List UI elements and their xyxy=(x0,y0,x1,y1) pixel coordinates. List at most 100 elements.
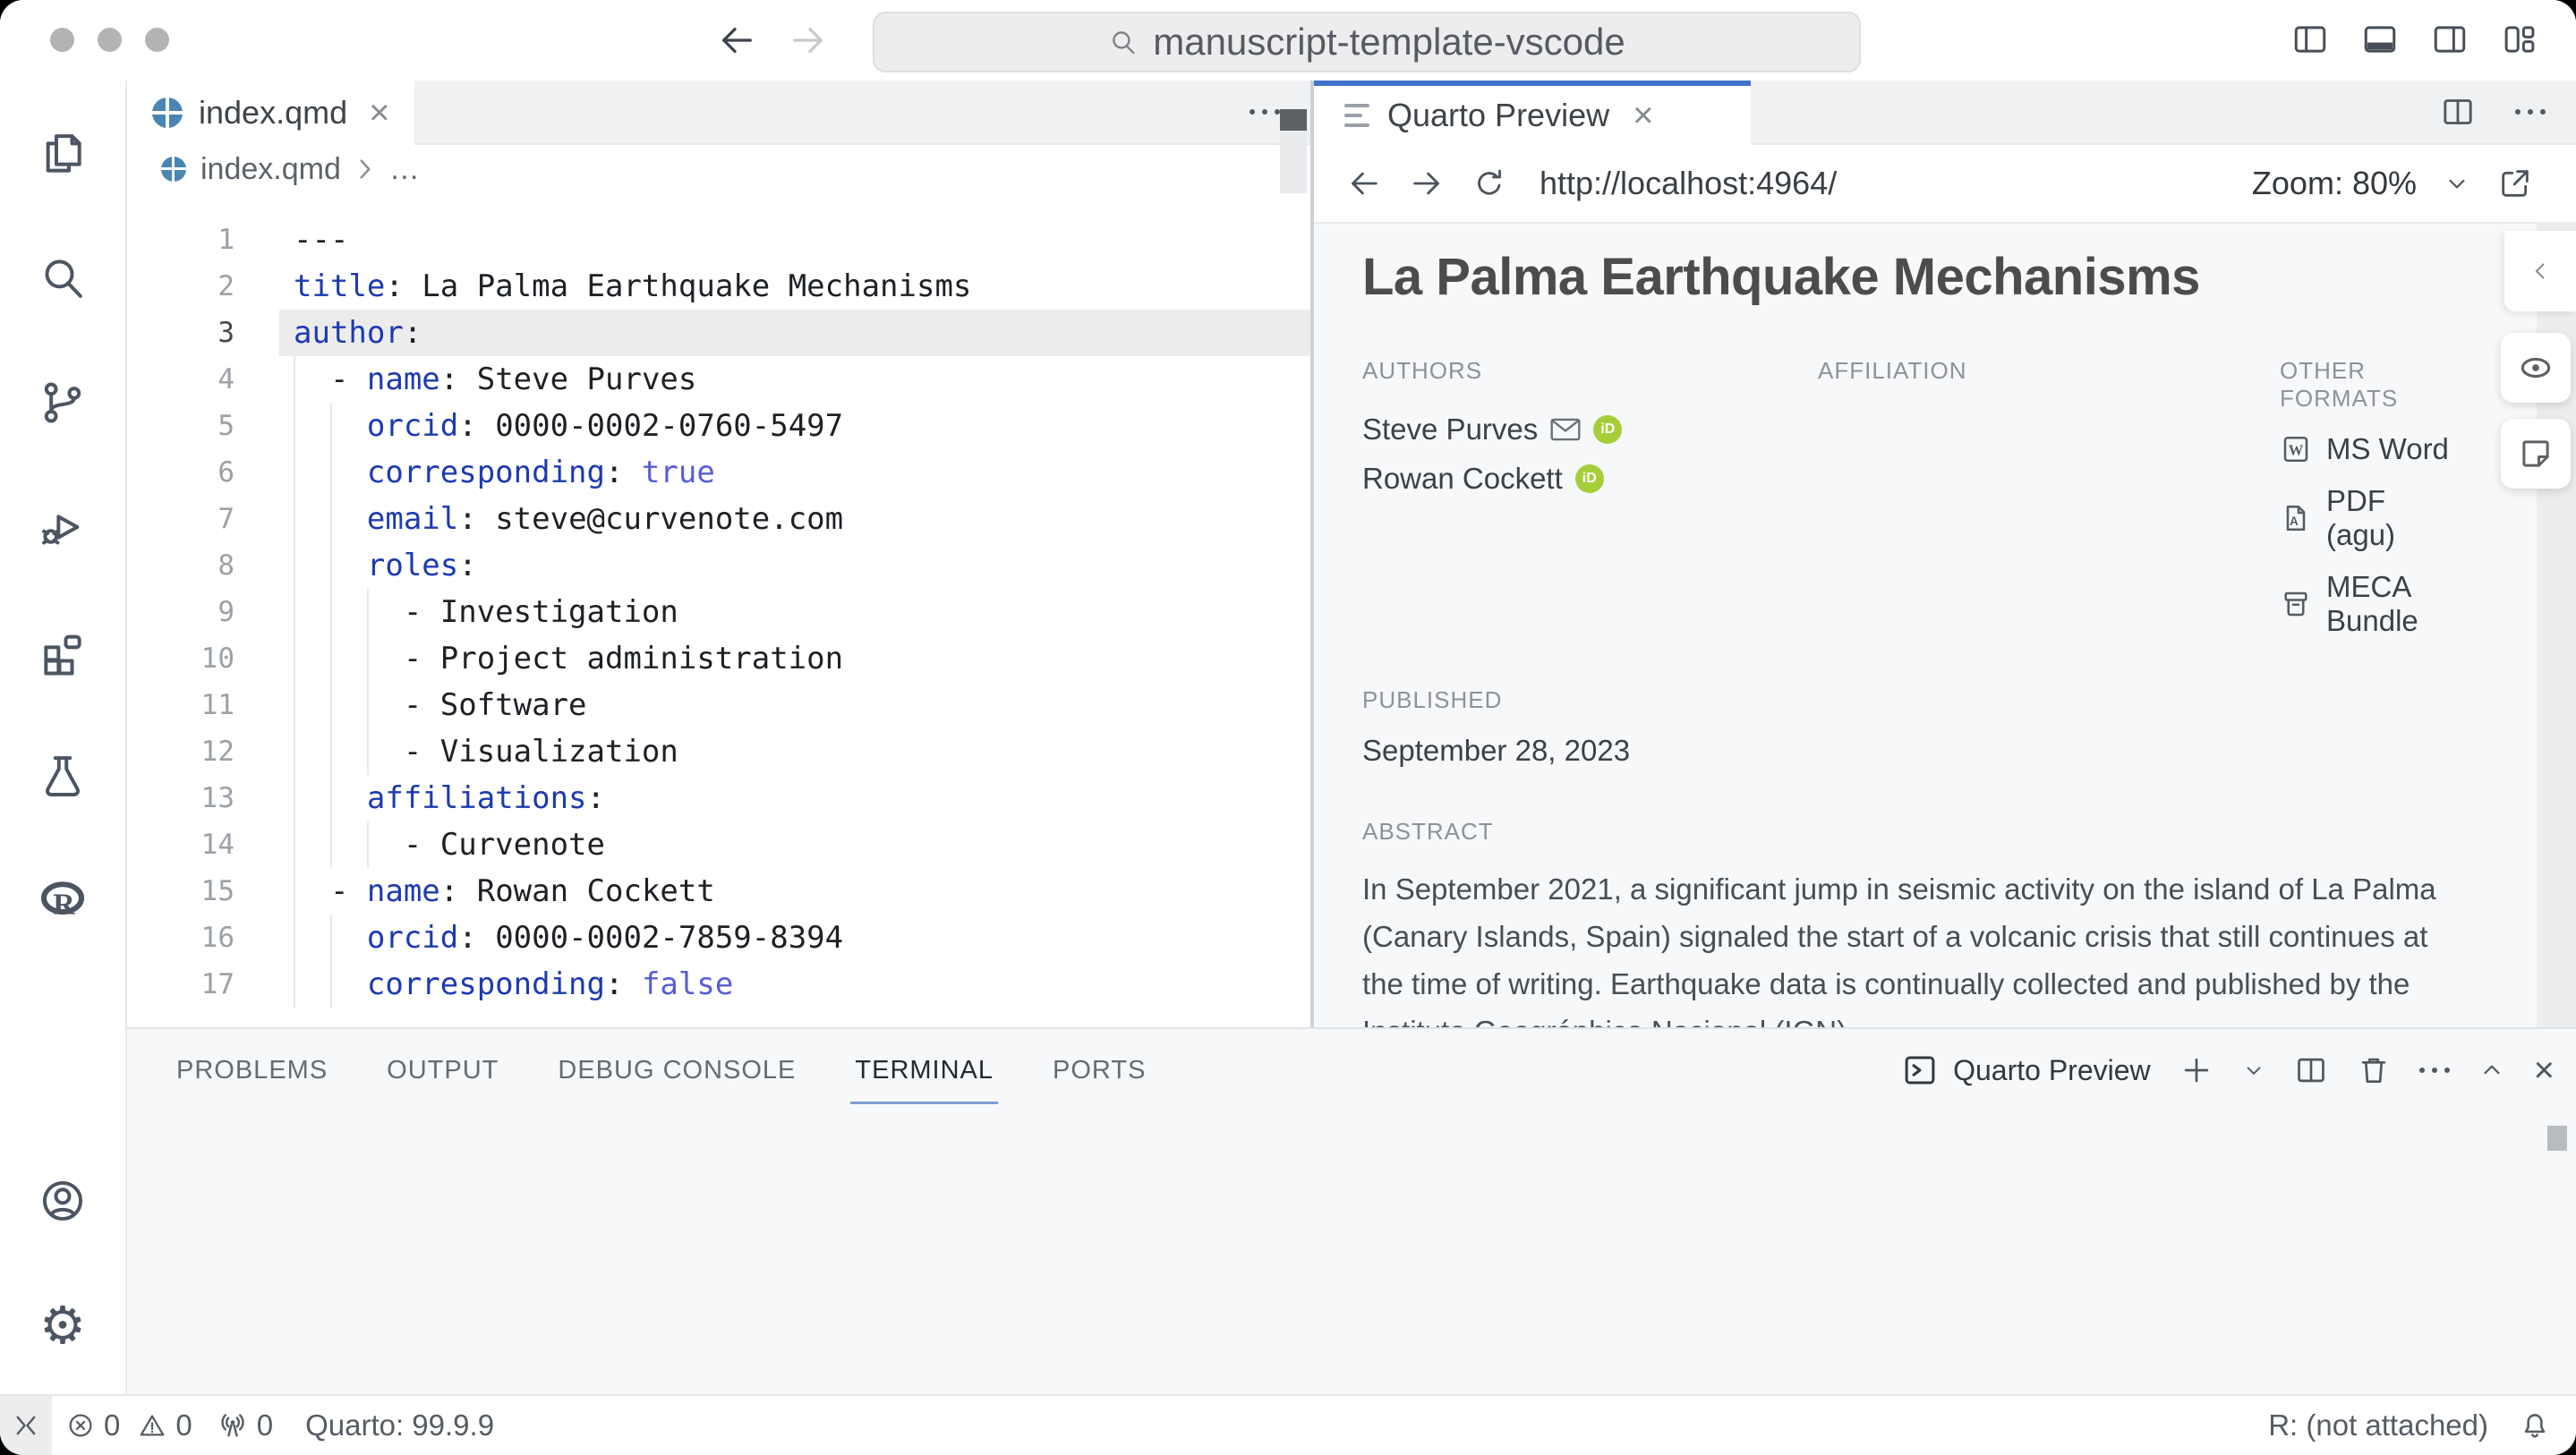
terminal-line[interactable] xyxy=(177,1203,2576,1240)
code-text[interactable]: author: xyxy=(294,310,422,356)
code-line[interactable]: 11 - Software xyxy=(127,682,1310,728)
terminal-line[interactable] xyxy=(177,1278,2576,1315)
breadcrumb[interactable]: index.qmd … xyxy=(127,145,1310,193)
panel-tab[interactable]: TERMINAL xyxy=(825,1029,1023,1111)
ports-status[interactable]: 0 xyxy=(218,1408,273,1442)
code-text[interactable]: orcid: 0000-0002-7859-8394 xyxy=(294,915,843,961)
code-text[interactable]: - name: Steve Purves xyxy=(294,356,696,403)
breadcrumb-file[interactable]: index.qmd xyxy=(200,152,341,187)
source-control-icon[interactable] xyxy=(0,340,125,464)
close-panel-icon[interactable]: × xyxy=(2534,1052,2555,1088)
code-line[interactable]: 16 orcid: 0000-0002-7859-8394 xyxy=(127,915,1310,961)
code-line[interactable]: 12 - Visualization xyxy=(127,728,1310,775)
close-tab-icon[interactable]: × xyxy=(369,95,389,131)
code-line[interactable]: 10 - Project administration xyxy=(127,635,1310,682)
settings-gear-icon[interactable]: ⚙ xyxy=(0,1263,125,1387)
format-label[interactable]: MECA Bundle xyxy=(2326,570,2460,638)
collapse-panel-button[interactable] xyxy=(2504,231,2576,311)
code-line[interactable]: 2 title: La Palma Earthquake Mechanisms xyxy=(127,263,1310,310)
code-line[interactable]: 8 roles: xyxy=(127,542,1310,589)
refresh-icon[interactable] xyxy=(1471,166,1507,201)
notes-button[interactable] xyxy=(2501,419,2571,489)
maximize-panel-chevron-icon[interactable] xyxy=(2478,1057,2505,1084)
notifications-bell-icon[interactable] xyxy=(2519,1409,2551,1442)
panel-more-actions-icon[interactable] xyxy=(2419,1068,2450,1073)
panel-tab[interactable]: OUTPUT xyxy=(357,1029,528,1111)
preview-more-actions-icon[interactable] xyxy=(2515,109,2546,115)
code-text[interactable]: title: La Palma Earthquake Mechanisms xyxy=(294,263,971,310)
toggle-panel-icon[interactable] xyxy=(2361,21,2399,58)
terminal-scrollbar[interactable] xyxy=(2547,1126,2567,1151)
code-text[interactable]: - Investigation xyxy=(294,589,678,635)
panel-tab[interactable]: PROBLEMS xyxy=(147,1029,357,1111)
code-text[interactable]: - name: Rowan Cockett xyxy=(294,868,715,915)
history-back-button[interactable] xyxy=(716,20,757,61)
terminal-line[interactable] xyxy=(177,1315,2576,1353)
testing-icon[interactable] xyxy=(0,713,125,838)
code-line[interactable]: 6 corresponding: true xyxy=(127,449,1310,496)
run-and-debug-icon[interactable] xyxy=(0,464,125,589)
code-text[interactable]: --- xyxy=(294,217,348,263)
code-text[interactable]: affiliations: xyxy=(294,775,605,821)
terminal-line[interactable] xyxy=(177,1127,2576,1165)
format-label[interactable]: PDF (agu) xyxy=(2326,484,2460,552)
zoom-control-label[interactable]: Zoom: 80% xyxy=(2252,165,2417,202)
format-label[interactable]: MS Word xyxy=(2326,432,2449,466)
split-editor-icon[interactable] xyxy=(2440,94,2476,130)
close-window-button[interactable] xyxy=(50,28,74,52)
zoom-chevron-down-icon[interactable] xyxy=(2444,170,2470,197)
command-center-search[interactable]: manuscript-template-vscode xyxy=(873,12,1861,72)
search-view-icon[interactable] xyxy=(0,216,125,340)
code-line[interactable]: 7 email: steve@curvenote.com xyxy=(127,496,1310,542)
code-line[interactable]: 3 author: xyxy=(127,310,1310,356)
format-link[interactable]: W A MS Word xyxy=(2280,432,2460,466)
visibility-toggle-button[interactable] xyxy=(2501,333,2571,403)
panel-tab[interactable]: DEBUG CONSOLE xyxy=(528,1029,825,1111)
customize-layout-icon[interactable] xyxy=(2501,21,2538,58)
extensions-icon[interactable] xyxy=(0,589,125,713)
format-link[interactable]: W A PDF (agu) xyxy=(2280,484,2460,552)
split-terminal-icon[interactable] xyxy=(2294,1053,2328,1087)
code-line[interactable]: 17 corresponding: false xyxy=(127,961,1310,1008)
preview-back-icon[interactable] xyxy=(1346,166,1382,201)
code-line[interactable]: 13 affiliations: xyxy=(127,775,1310,821)
breadcrumb-more[interactable]: … xyxy=(389,152,420,187)
email-icon[interactable] xyxy=(1550,418,1581,441)
orcid-icon[interactable]: iD xyxy=(1575,464,1604,493)
kill-terminal-trash-icon[interactable] xyxy=(2357,1053,2391,1087)
quarto-preview-tab[interactable]: Quarto Preview × xyxy=(1314,81,1751,145)
code-editor[interactable]: 1 --- 2 title: La Palma Earthquake Mecha… xyxy=(127,193,1310,1027)
close-preview-tab-icon[interactable]: × xyxy=(1633,98,1653,133)
preview-forward-icon[interactable] xyxy=(1409,166,1445,201)
toggle-secondary-sidebar-icon[interactable] xyxy=(2431,21,2469,58)
url-input[interactable]: http://localhost:4964/ xyxy=(1540,165,2225,202)
terminal-session-chip[interactable]: Quarto Preview xyxy=(1901,1051,2151,1089)
editor-scrollbar[interactable] xyxy=(1280,109,1307,193)
terminal-dropdown-chevron-icon[interactable] xyxy=(2242,1059,2265,1082)
terminal-line[interactable] xyxy=(177,1240,2576,1278)
code-text[interactable]: corresponding: false xyxy=(294,961,733,1008)
minimize-window-button[interactable] xyxy=(98,28,122,52)
format-link[interactable]: W A MECA Bundle xyxy=(2280,570,2460,638)
code-line[interactable]: 1 --- xyxy=(127,217,1310,263)
r-language-icon[interactable]: R xyxy=(0,838,125,962)
panel-tab[interactable]: PORTS xyxy=(1023,1029,1175,1111)
remote-indicator[interactable] xyxy=(0,1396,52,1455)
code-text[interactable]: - Visualization xyxy=(294,728,678,775)
toggle-primary-sidebar-icon[interactable] xyxy=(2291,21,2329,58)
orcid-icon[interactable]: iD xyxy=(1593,415,1622,444)
code-line[interactable]: 4 - name: Steve Purves xyxy=(127,356,1310,403)
terminal-output[interactable] xyxy=(127,1111,2576,1353)
zoom-window-button[interactable] xyxy=(145,28,169,52)
r-status[interactable]: R: (not attached) xyxy=(2268,1408,2488,1442)
new-terminal-icon[interactable] xyxy=(2179,1053,2213,1087)
problems-status[interactable]: 0 0 xyxy=(66,1408,192,1442)
code-line[interactable]: 9 - Investigation xyxy=(127,589,1310,635)
code-text[interactable]: - Software xyxy=(294,682,587,728)
terminal-line[interactable] xyxy=(177,1165,2576,1203)
code-text[interactable]: - Curvenote xyxy=(294,821,605,868)
code-text[interactable]: corresponding: true xyxy=(294,449,715,496)
quarto-version-status[interactable]: Quarto: 99.9.9 xyxy=(305,1408,494,1442)
code-text[interactable]: roles: xyxy=(294,542,477,589)
explorer-icon[interactable] xyxy=(0,91,125,216)
